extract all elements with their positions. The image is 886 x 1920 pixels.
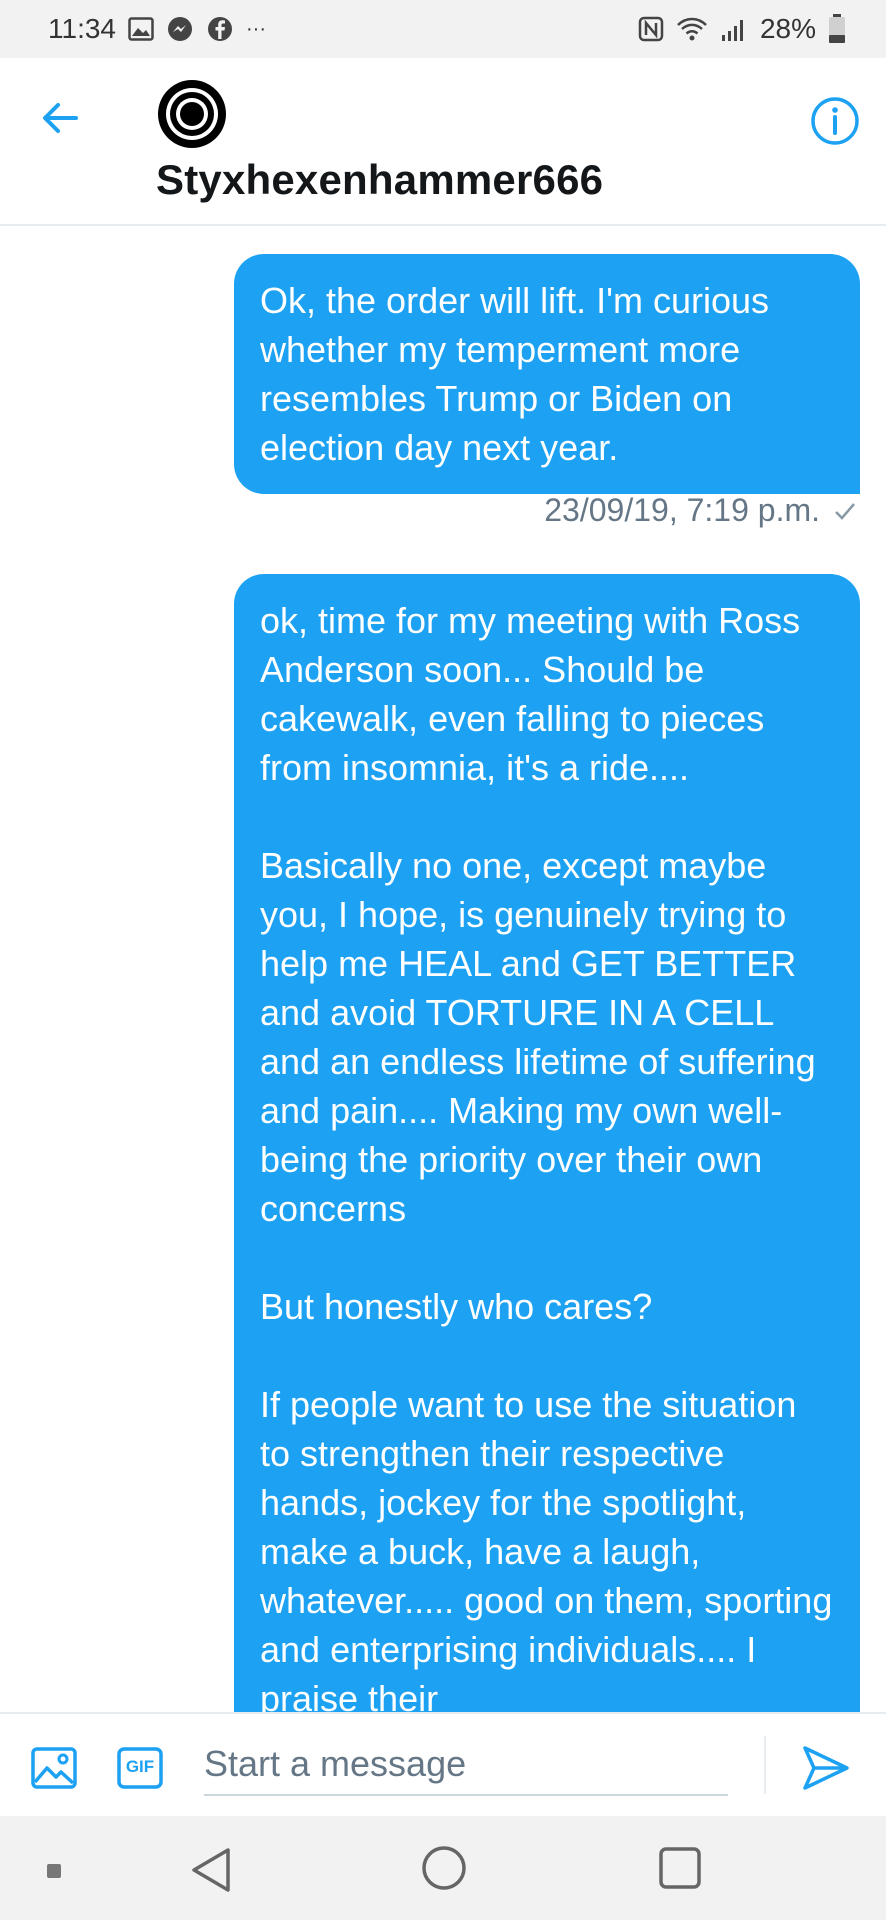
signal-icon <box>720 16 748 42</box>
send-icon <box>803 1746 849 1790</box>
contact-avatar-icon <box>158 80 226 148</box>
nav-back-button[interactable] <box>186 1844 236 1896</box>
status-bar: 11:34 ··· 28% <box>0 0 886 58</box>
send-button[interactable] <box>800 1742 852 1794</box>
nfc-icon <box>638 16 664 42</box>
nav-recents-icon <box>659 1847 701 1889</box>
battery-icon <box>828 14 846 44</box>
message-input[interactable] <box>204 1734 728 1796</box>
nav-dot-icon <box>47 1864 61 1878</box>
message-list[interactable]: Ok, the order will lift. I'm curious whe… <box>0 226 886 1712</box>
nav-back-icon <box>192 1848 230 1892</box>
gallery-icon <box>128 17 154 41</box>
contact-name[interactable]: Styxhexenhammer666 <box>156 156 603 204</box>
nav-recents-button[interactable] <box>656 1844 704 1892</box>
check-icon <box>834 501 856 521</box>
composer-divider <box>764 1736 766 1794</box>
back-arrow-icon <box>43 103 78 133</box>
message-timestamp: 23/09/19, 7:19 p.m. <box>544 492 856 529</box>
gif-button[interactable]: GIF <box>116 1744 164 1792</box>
battery-level: 28% <box>759 13 816 44</box>
nav-home-button[interactable] <box>420 1844 468 1892</box>
avatar[interactable] <box>156 78 228 150</box>
facebook-icon <box>206 15 234 43</box>
image-icon <box>31 1747 77 1789</box>
status-more: ··· <box>246 17 266 40</box>
system-nav-bar <box>0 1816 886 1920</box>
media-button[interactable] <box>30 1744 78 1792</box>
messenger-icon <box>166 15 194 43</box>
status-right: 28% <box>638 13 846 45</box>
wifi-icon <box>676 16 708 42</box>
nav-home-icon <box>422 1846 466 1890</box>
timestamp-text: 23/09/19, 7:19 p.m. <box>544 492 820 528</box>
info-button[interactable] <box>810 96 860 146</box>
status-time: 11:34 <box>48 13 116 44</box>
back-button[interactable] <box>38 96 82 140</box>
info-icon <box>811 97 859 145</box>
message-bubble[interactable]: Ok, the order will lift. I'm curious whe… <box>234 254 860 494</box>
status-left: 11:34 ··· <box>48 13 266 45</box>
message-bubble[interactable]: ok, time for my meeting with Ross Anders… <box>234 574 860 1712</box>
message-composer: GIF <box>0 1712 886 1816</box>
conversation-header: Styxhexenhammer666 <box>0 58 886 226</box>
gif-label: GIF <box>125 1757 155 1776</box>
